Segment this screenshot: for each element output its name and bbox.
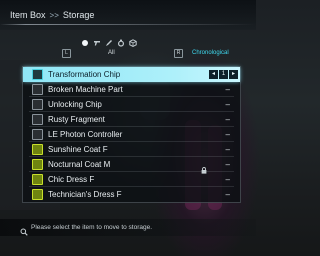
costume-icon — [32, 144, 43, 155]
quantity-value: 1 — [219, 70, 228, 79]
machine-part-icon — [32, 84, 43, 95]
list-item[interactable]: Chic Dress F – — [23, 172, 240, 187]
item-list: Transformation Chip ◂ 1 ▸ Broken Machine… — [22, 66, 241, 203]
item-quantity: – — [225, 175, 230, 184]
header-underline — [0, 24, 256, 25]
list-item[interactable]: LE Photon Controller – — [23, 127, 240, 142]
hint-bar: Please select the item to move to storag… — [0, 219, 256, 236]
costume-icon — [32, 174, 43, 185]
lock-icon — [201, 161, 207, 174]
item-name: Transformation Chip — [48, 70, 121, 79]
sort-order-label[interactable]: Chronological — [192, 49, 229, 57]
item-quantity: – — [225, 160, 230, 169]
item-quantity: – — [225, 190, 230, 199]
item-quantity: – — [225, 85, 230, 94]
breadcrumb-root[interactable]: Item Box — [10, 10, 46, 20]
item-name: Unlocking Chip — [48, 100, 102, 109]
item-name: Technician's Dress F — [48, 190, 122, 199]
cube-icon[interactable] — [129, 39, 137, 47]
item-name: Sunshine Coat F — [48, 145, 108, 154]
item-quantity: – — [225, 130, 230, 139]
decrease-quantity-button[interactable]: ◂ — [209, 70, 218, 79]
increase-quantity-button[interactable]: ▸ — [229, 70, 238, 79]
dot-icon[interactable] — [81, 39, 89, 47]
category-filter-icons — [81, 38, 137, 48]
costume-icon — [32, 189, 43, 200]
r-key-hint[interactable]: R — [174, 49, 183, 58]
fragment-icon — [32, 114, 43, 125]
tab-bar: L All R Chronological — [22, 49, 238, 58]
item-name: Chic Dress F — [48, 175, 95, 184]
chip-icon — [32, 69, 43, 80]
item-name: Broken Machine Part — [48, 85, 123, 94]
header-bar: Item Box >> Storage — [0, 0, 256, 30]
item-quantity: – — [225, 100, 230, 109]
quantity-selector: ◂ 1 ▸ — [209, 70, 238, 79]
hint-text: Please select the item to move to storag… — [31, 224, 153, 231]
item-name: LE Photon Controller — [48, 130, 123, 139]
list-item[interactable]: Unlocking Chip – — [23, 97, 240, 112]
list-item[interactable]: Broken Machine Part – — [23, 82, 240, 97]
tab-all[interactable]: All — [108, 49, 115, 57]
list-item[interactable]: Transformation Chip ◂ 1 ▸ — [23, 67, 240, 82]
weapon-icon[interactable] — [93, 39, 101, 47]
l-key-hint[interactable]: L — [62, 49, 71, 58]
list-item[interactable]: Rusty Fragment – — [23, 112, 240, 127]
costume-icon — [32, 159, 43, 170]
ring-icon[interactable] — [117, 39, 125, 47]
list-item[interactable]: Nocturnal Coat M – — [23, 157, 240, 174]
chip-item-icon — [32, 99, 43, 110]
breadcrumb: Item Box >> Storage — [10, 10, 94, 20]
item-name: Nocturnal Coat M — [48, 160, 111, 169]
item-quantity: – — [225, 145, 230, 154]
search-icon — [20, 223, 28, 236]
item-name: Rusty Fragment — [48, 115, 105, 124]
pen-icon[interactable] — [105, 39, 113, 47]
breadcrumb-separator: >> — [49, 10, 59, 20]
page-title: Storage — [62, 10, 95, 20]
list-item[interactable]: Technician's Dress F – — [23, 187, 240, 202]
controller-icon — [32, 129, 43, 140]
item-quantity: – — [225, 115, 230, 124]
list-item[interactable]: Sunshine Coat F – — [23, 142, 240, 157]
